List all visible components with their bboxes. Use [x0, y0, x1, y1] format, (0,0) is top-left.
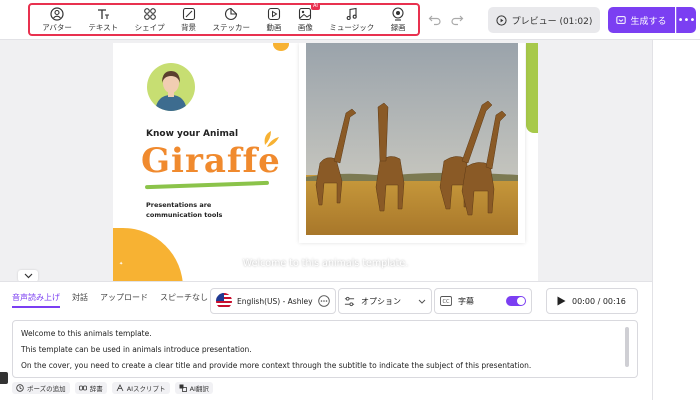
tool-video-label: 動画 — [266, 22, 282, 32]
more-icon: ••• — [677, 14, 696, 26]
subtitle-caption: Welcome to this animals template. — [242, 258, 409, 269]
tool-music-label: ミュージック — [329, 22, 375, 32]
preview-button[interactable]: プレビュー (01:02) — [488, 7, 600, 33]
redo-icon[interactable] — [450, 12, 464, 26]
tool-video[interactable]: 動画 — [266, 7, 281, 33]
tool-sticker-label: ステッカー — [212, 22, 251, 32]
voice-tabs: 音声読み上げ 対話 アップロード スピーチなし — [12, 292, 208, 308]
more-options-button[interactable]: ••• — [676, 7, 696, 33]
options-label: オプション — [361, 296, 401, 306]
presenter-avatar[interactable] — [147, 63, 195, 111]
tab-no-speech[interactable]: スピーチなし — [160, 292, 208, 308]
music-icon — [346, 7, 357, 20]
tab-dialogue[interactable]: 対話 — [72, 292, 88, 308]
tool-avatar-label: アバター — [42, 22, 72, 32]
options-dropdown[interactable]: オプション — [338, 288, 432, 314]
title-underline — [144, 180, 270, 190]
script-tools: ポーズの追加 辞書 AIスクリプト AI翻訳 — [12, 382, 213, 394]
undo-icon[interactable] — [428, 12, 442, 26]
tool-background-label: 背景 — [181, 22, 197, 32]
insert-tools-group: アバター テキスト シェイプ 背景 ステッカー 動画 AI 画像 ミュージック … — [28, 2, 420, 36]
tool-image[interactable]: AI 画像 — [297, 2, 320, 33]
tool-shape[interactable]: シェイプ — [135, 7, 165, 33]
subtitles-toggle[interactable] — [506, 296, 526, 306]
avatar-icon — [50, 6, 64, 21]
script-scrollbar[interactable] — [625, 327, 629, 367]
preview-label: プレビュー (01:02) — [511, 16, 593, 27]
subtitles-control: CC 字幕 — [434, 288, 532, 314]
tool-sticker[interactable]: ステッカー — [212, 7, 251, 33]
ai-translate-button[interactable]: AI翻訳 — [174, 382, 213, 394]
generate-button[interactable]: 生成する — [608, 7, 675, 33]
video-icon — [267, 7, 281, 20]
us-flag-icon — [216, 293, 232, 309]
decor-orange-blob — [113, 228, 183, 281]
tool-record[interactable]: 録画 — [390, 6, 406, 33]
tool-text-label: テキスト — [88, 22, 119, 32]
tab-upload[interactable]: アップロード — [100, 292, 148, 308]
tool-record-label: 録画 — [390, 22, 406, 32]
giraffe-image — [306, 43, 518, 235]
playback-control: 00:00 / 00:16 — [546, 288, 638, 314]
slide-title: Giraffe — [141, 141, 281, 181]
svg-text:CC: CC — [443, 299, 450, 305]
script-line: Welcome to this animals template. — [21, 329, 152, 338]
ai-script-button[interactable]: AIスクリプト — [111, 382, 170, 394]
ai-script-icon — [116, 384, 124, 392]
top-toolbar: アバター テキスト シェイプ 背景 ステッカー 動画 AI 画像 ミュージック … — [0, 0, 700, 40]
more-circle-icon[interactable] — [317, 295, 330, 307]
dictionary-label: 辞書 — [89, 385, 103, 393]
decor-green-bar — [526, 43, 538, 133]
ai-translate-icon — [179, 384, 187, 392]
chevron-down-icon — [24, 273, 32, 279]
script-line: On the cover, you need to create a clear… — [21, 361, 532, 370]
tool-text[interactable]: テキスト — [88, 7, 118, 33]
tool-music[interactable]: ミュージック — [329, 7, 374, 33]
ai-translate-label: AI翻訳 — [189, 385, 209, 393]
script-text-area[interactable]: Welcome to this animals template. This t… — [12, 320, 638, 378]
tool-image-label: 画像 — [297, 22, 313, 32]
giraffe-photo[interactable] — [306, 43, 518, 235]
generate-icon — [616, 16, 627, 24]
tab-tts[interactable]: 音声読み上げ — [12, 292, 60, 308]
edge-handle[interactable] — [0, 372, 8, 384]
generate-label: 生成する — [630, 16, 667, 27]
ai-script-label: AIスクリプト — [126, 385, 166, 393]
play-circle-icon — [495, 14, 507, 26]
right-side-panel — [652, 40, 700, 400]
script-panel: 音声読み上げ 対話 アップロード スピーチなし English(US) - As… — [0, 281, 652, 400]
text-icon — [98, 8, 110, 19]
add-pause-button[interactable]: ポーズの追加 — [12, 382, 70, 394]
tool-shape-label: シェイプ — [134, 22, 165, 32]
script-line: This template can be used in animals int… — [21, 345, 252, 354]
voice-name: English(US) - Ashley — [237, 296, 313, 306]
sliders-icon — [344, 296, 355, 306]
background-icon — [182, 7, 195, 20]
clock-icon — [16, 384, 24, 392]
slide-subtitle: Presentations are communication tools — [146, 201, 223, 219]
slide-canvas[interactable]: Know your Animal Giraffe Presentations a… — [113, 43, 538, 281]
subtitles-label: 字幕 — [458, 296, 474, 306]
avatar-portrait — [155, 71, 187, 111]
shape-icon — [143, 7, 156, 20]
tool-avatar[interactable]: アバター — [42, 6, 72, 33]
decor-orange-dot — [273, 43, 289, 51]
cc-icon: CC — [440, 296, 452, 306]
sticker-icon — [225, 7, 238, 20]
tool-background[interactable]: 背景 — [181, 7, 196, 33]
dictionary-icon — [78, 385, 87, 391]
chevron-down-icon — [418, 299, 426, 304]
voice-selector[interactable]: English(US) - Ashley — [210, 288, 336, 314]
playback-time: 00:00 / 00:16 — [572, 296, 626, 306]
add-pause-label: ポーズの追加 — [27, 385, 66, 393]
dictionary-button[interactable]: 辞書 — [74, 382, 107, 394]
slide-heading: Know your Animal — [146, 129, 239, 139]
leaf-decoration — [264, 131, 279, 147]
ai-badge: AI — [311, 2, 320, 10]
play-icon[interactable] — [557, 296, 566, 306]
record-icon — [392, 6, 404, 21]
